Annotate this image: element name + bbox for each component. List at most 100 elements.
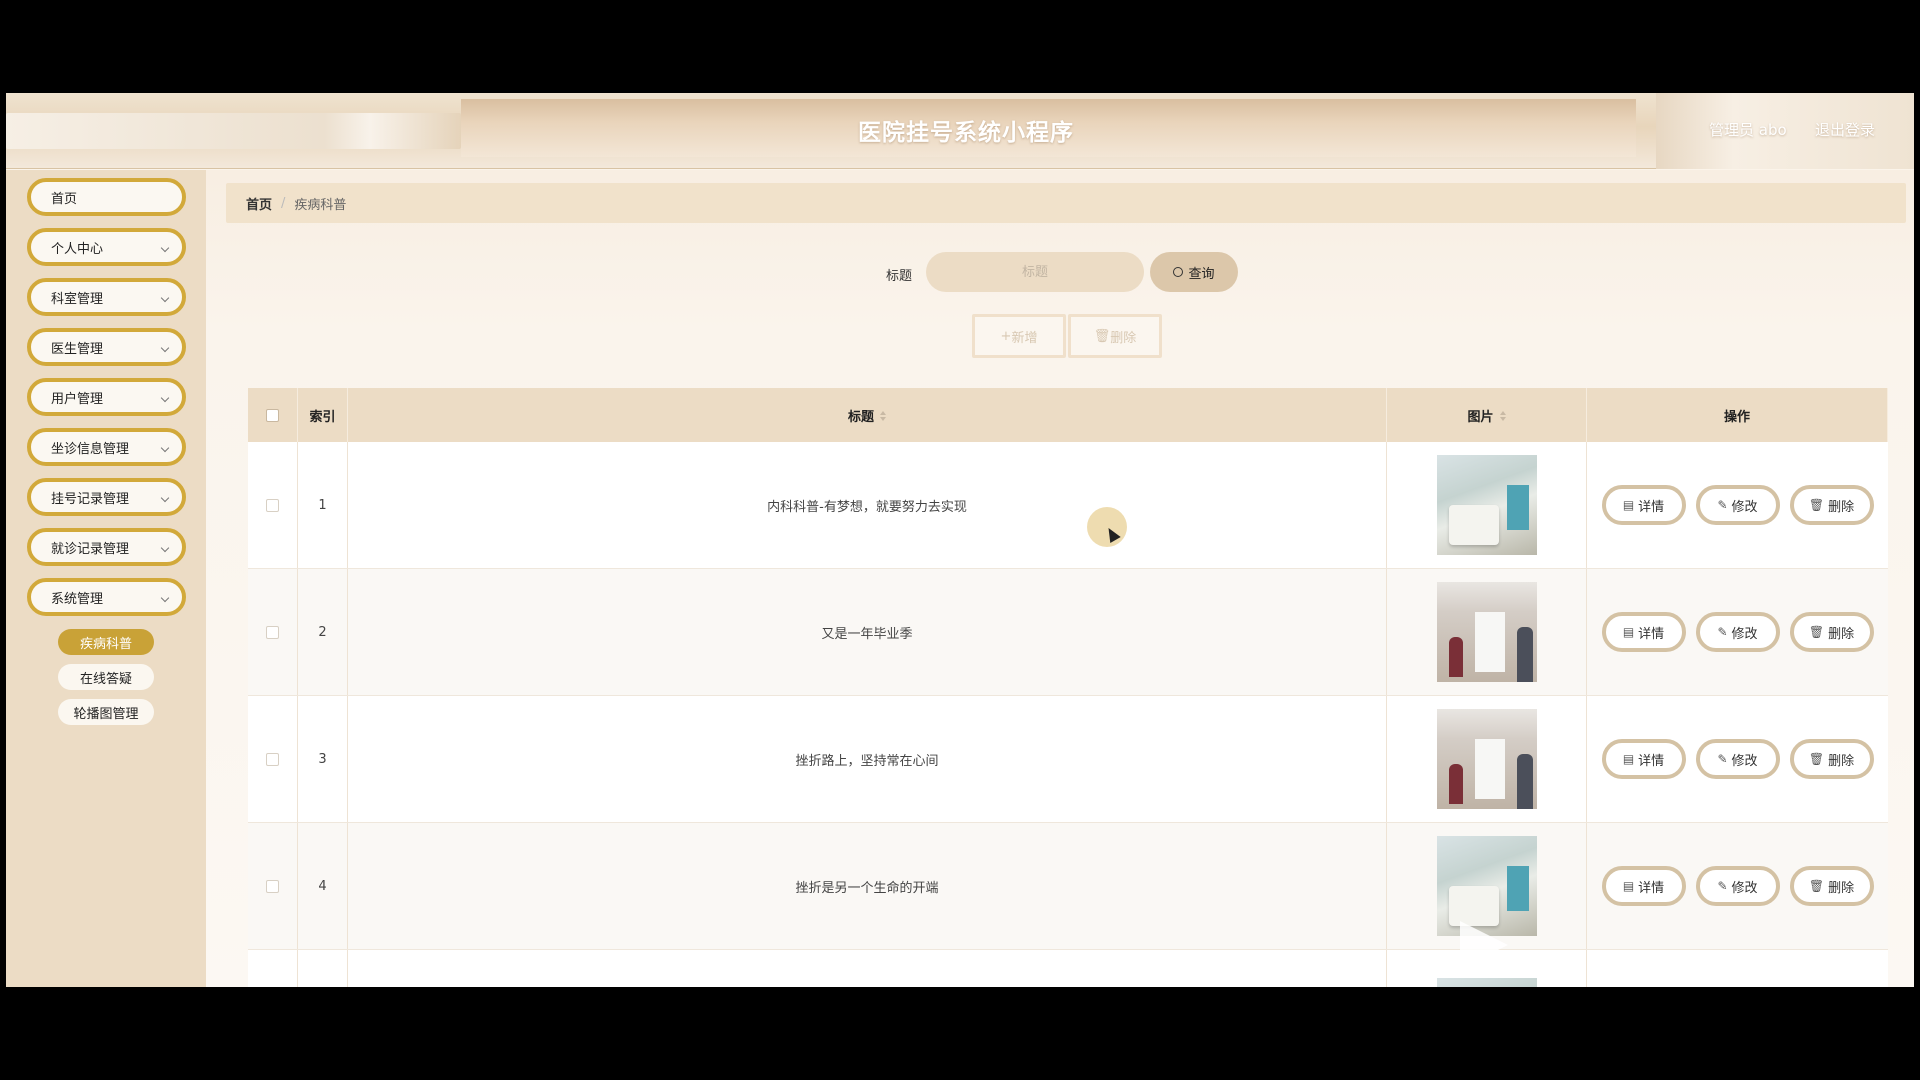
breadcrumb: 首页 / 疾病科普	[226, 183, 1906, 223]
edit-button[interactable]: ✎ 修改	[1695, 739, 1780, 779]
delete-button[interactable]: 🗑 删除	[1789, 739, 1874, 779]
delete-label: 删除	[1828, 499, 1855, 515]
click-highlight	[1087, 507, 1127, 547]
column-header-title[interactable]: 标题	[348, 388, 1387, 442]
document-icon: ▤	[1622, 752, 1635, 766]
detail-button[interactable]: ▤ 详情	[1601, 485, 1686, 525]
plus-icon: +	[1000, 328, 1012, 344]
sidebar-item-label: 坐诊信息管理	[51, 441, 130, 457]
logout-link[interactable]: 退出登录	[1815, 119, 1875, 140]
sidebar-item-user-management[interactable]: 用户管理	[27, 378, 186, 416]
breadcrumb-current: 疾病科普	[294, 197, 347, 213]
add-button[interactable]: + 新增	[972, 314, 1066, 358]
ward-photo-thumbnail[interactable]	[1436, 978, 1537, 987]
row-select-cell	[248, 823, 298, 949]
sidebar-item-label: 挂号记录管理	[51, 491, 130, 507]
app-title: 医院挂号系统小程序	[858, 120, 1074, 146]
add-button-label: 新增	[1011, 330, 1038, 346]
breadcrumb-separator: /	[281, 195, 286, 211]
column-header-index: 索引	[298, 388, 348, 442]
batch-delete-label: 删除	[1110, 330, 1137, 346]
table-row: 2 又是一年毕业季 ▤ 详情 ✎ 修改 🗑 删除	[248, 569, 1888, 696]
row-index: 1	[298, 442, 348, 568]
row-checkbox[interactable]	[266, 752, 279, 766]
edit-button[interactable]: ✎ 修改	[1695, 866, 1780, 906]
top-header: 医院挂号系统小程序 管理员 abo 退出登录	[6, 93, 1914, 169]
search-title-label: 标题	[886, 269, 913, 284]
detail-button[interactable]: ▤ 详情	[1601, 866, 1686, 906]
detail-label: 详情	[1638, 626, 1665, 642]
document-icon: ▤	[1622, 879, 1635, 893]
search-button[interactable]: 查询	[1150, 252, 1238, 292]
search-icon	[1173, 267, 1184, 277]
select-all-cell	[248, 388, 298, 442]
edit-button[interactable]: ✎ 修改	[1695, 485, 1780, 525]
search-title-input[interactable]	[926, 252, 1144, 292]
detail-label: 详情	[1638, 753, 1665, 769]
batch-delete-button[interactable]: 🗑 删除	[1068, 314, 1162, 358]
sidebar-item-label: 用户管理	[51, 391, 104, 407]
app-window: 医院挂号系统小程序 管理员 abo 退出登录 首页 个人中心 科室管理 医生管理…	[6, 93, 1914, 987]
row-actions: ▤ 详情 ✎ 修改 🗑 删除	[1587, 823, 1888, 949]
row-index: 4	[298, 823, 348, 949]
search-button-label: 查询	[1188, 266, 1215, 282]
row-index: 3	[298, 696, 348, 822]
detail-label: 详情	[1638, 880, 1665, 896]
sidebar-subitem-online-qa[interactable]: 在线答疑	[58, 664, 154, 690]
row-actions: ▤ 详情 ✎ 修改 🗑 删除	[1587, 442, 1888, 568]
sidebar-item-doctor-management[interactable]: 医生管理	[27, 328, 186, 366]
sidebar-item-label: 科室管理	[51, 291, 104, 307]
sidebar-item-system-management[interactable]: 系统管理	[27, 578, 186, 616]
table-row: 1 内科科普-有梦想，就要努力去实现 ▤ 详情 ✎ 修改 🗑 删除	[248, 442, 1888, 569]
column-header-actions: 操作	[1587, 388, 1888, 442]
delete-label: 删除	[1828, 753, 1855, 769]
chevron-down-icon	[160, 293, 170, 303]
select-all-checkbox[interactable]	[266, 408, 279, 422]
column-header-image[interactable]: 图片	[1387, 388, 1587, 442]
sort-icon[interactable]	[1499, 411, 1506, 421]
ward-photo-thumbnail[interactable]	[1436, 455, 1537, 555]
column-header-label: 图片	[1467, 409, 1494, 425]
row-title: 内科科普-有梦想，就要努力去实现	[348, 442, 1387, 568]
table-row: 4 挫折是另一个生命的开端 ▤ 详情 ✎ 修改 🗑 删除	[248, 823, 1888, 950]
detail-button[interactable]: ▤ 详情	[1601, 739, 1686, 779]
row-select-cell	[248, 696, 298, 822]
sidebar-item-label: 首页	[51, 191, 78, 207]
row-actions: ▤ 详情 ✎ 修改 🗑 删除	[1587, 696, 1888, 822]
document-icon: ▤	[1622, 625, 1635, 639]
detail-button[interactable]: ▤ 详情	[1601, 612, 1686, 652]
sidebar-item-department-management[interactable]: 科室管理	[27, 278, 186, 316]
row-checkbox[interactable]	[266, 498, 279, 512]
delete-button[interactable]: 🗑 删除	[1789, 866, 1874, 906]
chevron-down-icon	[160, 393, 170, 403]
row-title: 挫折是另一个生命的开端	[348, 823, 1387, 949]
sidebar-item-consultation-management[interactable]: 坐诊信息管理	[27, 428, 186, 466]
delete-button[interactable]: 🗑 删除	[1789, 485, 1874, 525]
sort-icon[interactable]	[880, 411, 886, 421]
chevron-down-icon	[160, 543, 170, 553]
row-checkbox[interactable]	[266, 625, 279, 639]
trash-icon: 🗑	[1808, 498, 1825, 512]
edit-label: 修改	[1731, 499, 1758, 515]
delete-button[interactable]: 🗑 删除	[1789, 612, 1874, 652]
trash-icon: 🗑	[1808, 879, 1825, 893]
sidebar-subitem-disease-science[interactable]: 疾病科普	[58, 629, 154, 655]
chevron-down-icon	[160, 493, 170, 503]
trash-icon: 🗑	[1093, 328, 1111, 344]
hallway-photo-thumbnail[interactable]	[1436, 709, 1537, 809]
breadcrumb-home[interactable]: 首页	[246, 194, 272, 213]
edit-label: 修改	[1731, 880, 1758, 896]
sidebar-item-label: 个人中心	[51, 241, 104, 257]
pencil-icon: ✎	[1717, 498, 1728, 512]
sidebar-item-home[interactable]: 首页	[27, 178, 186, 216]
sidebar-subitem-carousel-management[interactable]: 轮播图管理	[58, 699, 154, 725]
hallway-photo-thumbnail[interactable]	[1436, 582, 1537, 682]
trash-icon: 🗑	[1808, 625, 1825, 639]
sidebar-item-registration-management[interactable]: 挂号记录管理	[27, 478, 186, 516]
row-image-cell	[1387, 696, 1587, 822]
row-checkbox[interactable]	[266, 879, 279, 893]
edit-label: 修改	[1731, 753, 1758, 769]
sidebar-item-personal-center[interactable]: 个人中心	[27, 228, 186, 266]
edit-button[interactable]: ✎ 修改	[1695, 612, 1780, 652]
sidebar-item-visit-record-management[interactable]: 就诊记录管理	[27, 528, 186, 566]
